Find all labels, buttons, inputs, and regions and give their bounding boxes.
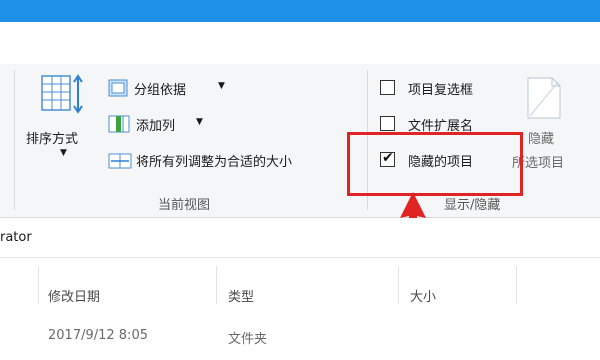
column-header-size[interactable]: 大小 <box>410 286 436 305</box>
add-columns-label: 添加列 <box>136 119 176 134</box>
column-divider[interactable] <box>216 266 217 304</box>
column-divider[interactable] <box>398 266 399 304</box>
file-type: 文件夹 <box>228 332 268 347</box>
hide-selected-items-button[interactable]: 隐藏 所选项目 <box>512 72 592 182</box>
chevron-down-icon: ▼ <box>60 148 67 158</box>
address-path: rator <box>0 230 32 245</box>
sort-by-button[interactable]: 排序方式 ▼ <box>26 72 88 172</box>
file-date: 2017/9/12 8:05 <box>48 328 148 343</box>
add-columns-icon <box>108 115 130 133</box>
show-hide-group-label: 显示/隐藏 <box>444 198 501 213</box>
resize-columns-icon <box>108 153 132 169</box>
current-view-group-label: 当前视图 <box>158 198 211 213</box>
group-by-label: 分组依据 <box>134 83 187 98</box>
sort-by-label: 排序方式 <box>26 132 79 147</box>
add-columns-button[interactable]: 添加列 ▼ <box>108 114 218 134</box>
sort-grid-icon <box>41 74 83 114</box>
item-checkboxes-label: 项目复选框 <box>408 83 474 98</box>
column-header-date-modified[interactable]: 修改日期 <box>48 286 100 305</box>
chevron-down-icon: ▼ <box>218 81 225 91</box>
hide-page-icon <box>527 77 561 119</box>
highlight-box <box>347 132 523 196</box>
window-titlebar <box>0 0 600 22</box>
column-divider[interactable] <box>38 266 39 304</box>
hide-selected-label-1: 隐藏 <box>528 132 555 147</box>
chevron-down-icon: ▼ <box>196 117 203 127</box>
column-divider[interactable] <box>516 266 517 304</box>
address-bar[interactable]: rator <box>0 218 600 258</box>
column-header-type[interactable]: 类型 <box>228 286 254 305</box>
ribbon-separator <box>14 70 15 210</box>
item-checkboxes-option[interactable]: 项目复选框 <box>380 78 510 98</box>
size-columns-to-fit-button[interactable]: 将所有列调整为合适的大小 <box>108 150 358 170</box>
group-by-icon <box>108 79 128 97</box>
group-by-button[interactable]: 分组依据 ▼ <box>108 78 238 98</box>
list-item[interactable]: 2017/9/12 8:05 文件夹 <box>0 322 600 352</box>
file-extensions-checkbox[interactable] <box>380 116 395 131</box>
ribbon-tabs-area <box>0 22 600 64</box>
item-checkboxes-checkbox[interactable] <box>380 80 395 95</box>
size-columns-label: 将所有列调整为合适的大小 <box>136 155 293 170</box>
file-extensions-option[interactable]: 文件扩展名 <box>380 114 510 134</box>
